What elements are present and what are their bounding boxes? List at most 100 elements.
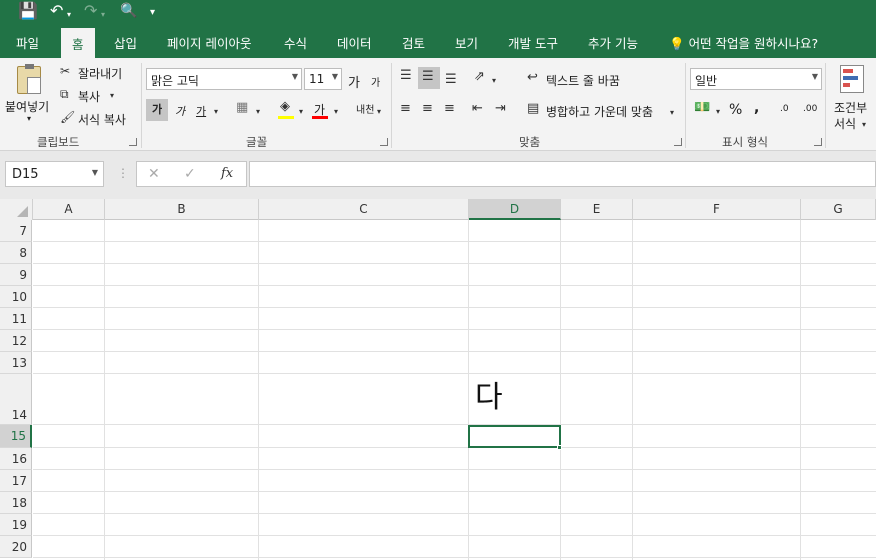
clipboard-launcher-icon[interactable] — [129, 138, 137, 146]
column-header-c[interactable]: C — [259, 199, 469, 220]
print-preview-icon[interactable]: 🔍 — [120, 2, 137, 20]
copy-dropdown-icon[interactable]: ▾ — [110, 89, 114, 103]
orientation-icon[interactable]: ⇗ — [474, 70, 485, 84]
tell-me-box[interactable]: 💡 어떤 작업을 원하시나요? — [669, 33, 818, 52]
tab-file[interactable]: 파일 — [16, 33, 39, 52]
chevron-down-icon[interactable]: ▼ — [92, 168, 98, 177]
shrink-font-button[interactable]: 가 — [371, 74, 380, 89]
undo-dropdown-icon[interactable]: ▾ — [67, 6, 71, 24]
formula-input[interactable] — [249, 161, 876, 187]
row-header-16[interactable]: 16 — [0, 448, 32, 470]
row-header-13[interactable]: 13 — [0, 352, 32, 374]
increase-indent-icon[interactable]: ⇥ — [495, 102, 506, 116]
row-header-9[interactable]: 9 — [0, 264, 32, 286]
align-left-icon[interactable]: ≡ — [400, 102, 411, 116]
row-header-7[interactable]: 7 — [0, 220, 32, 242]
number-group-label: 표시 형식 — [722, 135, 768, 149]
tab-formulas[interactable]: 수식 — [284, 33, 307, 52]
row-header-19[interactable]: 19 — [0, 514, 32, 536]
row-header-10[interactable]: 10 — [0, 286, 32, 308]
orientation-dropdown-icon[interactable]: ▾ — [492, 74, 496, 88]
align-middle-button[interactable]: ☰ — [418, 67, 440, 89]
accounting-dropdown-icon[interactable]: ▾ — [716, 105, 720, 119]
active-cell-d15[interactable] — [468, 425, 561, 448]
font-name-select[interactable]: 맑은 고딕 ▼ — [146, 68, 302, 90]
tab-page-layout[interactable]: 페이지 레이아웃 — [167, 33, 251, 52]
tab-add-ins[interactable]: 추가 기능 — [588, 33, 638, 52]
decrease-decimal-button[interactable]: .00 — [803, 104, 817, 114]
tab-developer[interactable]: 개발 도구 — [508, 33, 558, 52]
grow-font-button[interactable]: 가 — [348, 72, 360, 91]
tab-data[interactable]: 데이터 — [337, 33, 372, 52]
fill-color-dropdown-icon[interactable]: ▾ — [299, 105, 303, 119]
column-header-d[interactable]: D — [469, 199, 561, 220]
percent-button[interactable]: % — [729, 102, 742, 118]
tab-insert[interactable]: 삽입 — [114, 33, 137, 52]
cut-button[interactable]: 잘라내기 — [78, 65, 122, 82]
font-color-dropdown-icon[interactable]: ▾ — [334, 105, 338, 119]
enter-icon[interactable]: ✓ — [184, 167, 196, 181]
row-header-11[interactable]: 11 — [0, 308, 32, 330]
copy-button[interactable]: 복사 — [78, 88, 100, 105]
number-launcher-icon[interactable] — [814, 138, 822, 146]
tab-review[interactable]: 검토 — [402, 33, 425, 52]
row-header-14[interactable]: 14 — [0, 374, 32, 425]
column-header-g[interactable]: G — [801, 199, 876, 220]
fill-handle[interactable] — [557, 445, 562, 450]
cancel-icon[interactable]: ✕ — [148, 167, 160, 181]
cell-d14[interactable]: 다 — [475, 380, 503, 416]
gridline — [33, 263, 876, 264]
wrap-text-button[interactable]: 텍스트 줄 바꿈 — [546, 72, 620, 89]
bold-button[interactable]: 가 — [146, 99, 168, 121]
column-header-f[interactable]: F — [633, 199, 801, 220]
row-header-15[interactable]: 15 — [0, 425, 32, 448]
merge-dropdown-icon[interactable]: ▾ — [670, 106, 674, 120]
tab-view[interactable]: 보기 — [455, 33, 478, 52]
underline-dropdown-icon[interactable]: ▾ — [214, 105, 218, 119]
phonetic-button[interactable]: 내천 — [356, 101, 374, 116]
formula-bar-grip-icon[interactable]: ⋮ — [117, 166, 129, 180]
accounting-format-icon[interactable]: 💵 — [694, 101, 710, 115]
align-bottom-icon[interactable]: ☰ — [445, 73, 457, 87]
alignment-launcher-icon[interactable] — [674, 138, 682, 146]
customize-icon[interactable]: ▾ — [150, 4, 155, 22]
column-header-a[interactable]: A — [33, 199, 105, 220]
worksheet-grid[interactable]: 7 8 9 10 11 12 13 14 15 16 17 18 19 20 다 — [0, 220, 876, 560]
decrease-indent-icon[interactable]: ⇤ — [472, 102, 483, 116]
name-box[interactable]: D15 ▼ — [5, 161, 104, 187]
paste-dropdown-icon[interactable]: ▾ — [27, 114, 31, 123]
italic-button[interactable]: 가 — [175, 103, 185, 119]
row-header-8[interactable]: 8 — [0, 242, 32, 264]
column-header-e[interactable]: E — [561, 199, 633, 220]
underline-button[interactable]: 가 — [196, 103, 206, 119]
increase-decimal-button[interactable]: .0 — [780, 104, 789, 114]
border-icon[interactable]: ▦ — [236, 101, 248, 115]
row-header-20[interactable]: 20 — [0, 536, 32, 558]
row-header-12[interactable]: 12 — [0, 330, 32, 352]
comma-button[interactable]: , — [754, 100, 759, 116]
font-launcher-icon[interactable] — [380, 138, 388, 146]
paste-button[interactable]: 붙여넣기 ▾ — [5, 62, 55, 128]
merge-center-button[interactable]: 병합하고 가운데 맞춤 — [546, 103, 653, 120]
phonetic-dropdown-icon[interactable]: ▾ — [377, 105, 381, 119]
save-icon[interactable]: 💾 — [18, 2, 38, 20]
font-size-select[interactable]: 11 ▼ — [304, 68, 342, 90]
fill-color-icon[interactable]: ◈ — [280, 100, 290, 114]
insert-function-icon[interactable]: fx — [221, 167, 233, 181]
select-all-button[interactable] — [0, 199, 33, 220]
number-format-select[interactable]: 일반 ▼ — [690, 68, 822, 90]
row-header-18[interactable]: 18 — [0, 492, 32, 514]
cut-icon: ✂ — [60, 64, 71, 78]
align-right-icon[interactable]: ≡ — [444, 102, 455, 116]
row-header-17[interactable]: 17 — [0, 470, 32, 492]
tab-home[interactable]: 홈 — [61, 28, 95, 58]
conditional-formatting-button[interactable]: 조건부 서식 ▾ — [832, 62, 876, 132]
undo-icon[interactable]: ↶ — [50, 2, 63, 20]
gridline — [33, 469, 876, 470]
align-top-icon[interactable]: ☰ — [400, 69, 412, 83]
align-center-icon[interactable]: ≡ — [422, 102, 433, 116]
column-header-b[interactable]: B — [105, 199, 259, 220]
border-dropdown-icon[interactable]: ▾ — [256, 105, 260, 119]
format-painter-button[interactable]: 서식 복사 — [78, 111, 126, 128]
wrap-text-icon: ↩ — [527, 70, 538, 85]
